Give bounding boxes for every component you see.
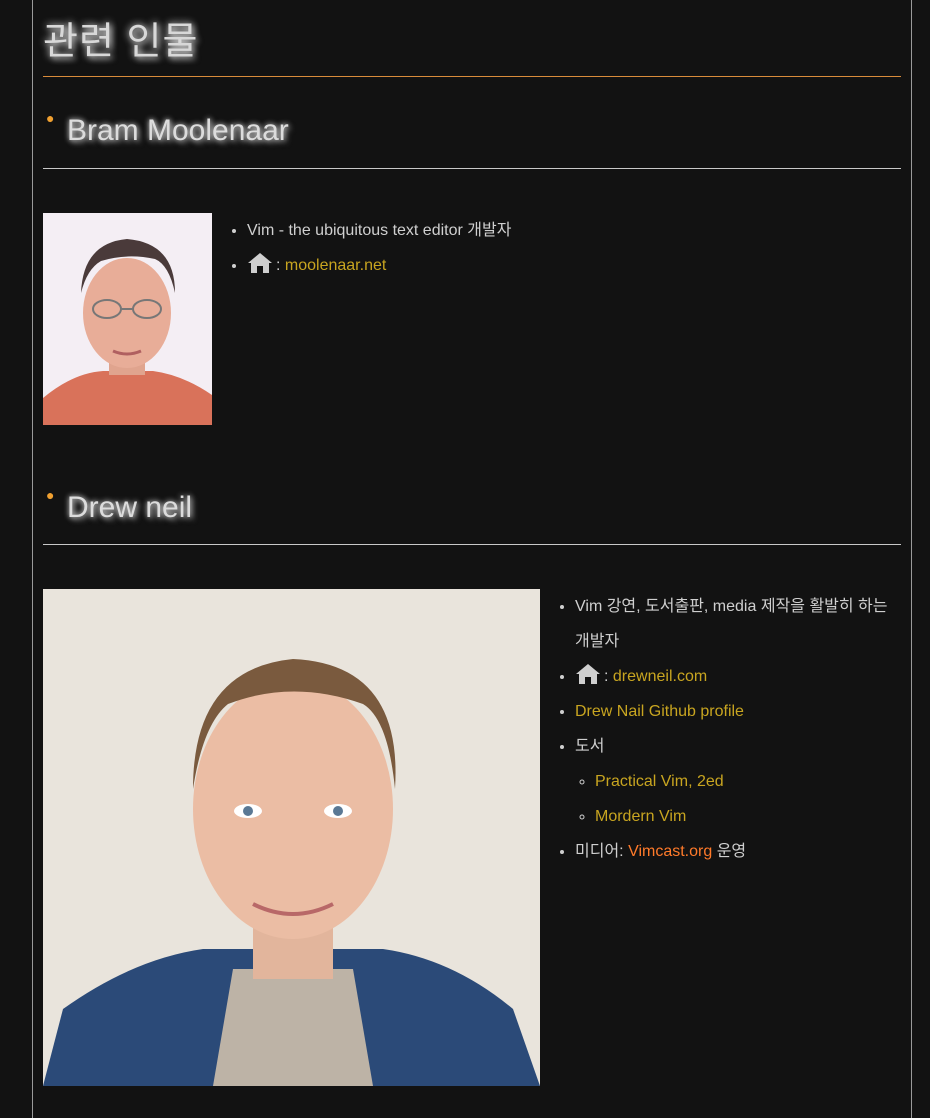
- list-item: 도서 Practical Vim, 2ed Mordern Vim: [575, 729, 895, 834]
- list-item: : drewneil.com: [575, 659, 895, 694]
- list-item: Drew Nail Github profile: [575, 694, 895, 729]
- list-item: Vim 강연, 도서출판, media 제작을 활발히 하는 개발자: [575, 589, 895, 659]
- section-heading-bram: ● Bram Moolenaar: [43, 110, 289, 148]
- section-divider: [43, 168, 901, 169]
- bram-homepage-link[interactable]: moolenaar.net: [285, 257, 386, 274]
- title-divider: [43, 76, 901, 77]
- home-icon: [576, 664, 600, 684]
- list-item: : moolenaar.net: [247, 248, 511, 283]
- section-bullet-icon: ●: [46, 487, 55, 503]
- book-link-practical-vim[interactable]: Practical Vim, 2ed: [595, 773, 724, 790]
- home-separator: :: [604, 668, 609, 685]
- books-list: Practical Vim, 2ed Mordern Vim: [575, 764, 895, 834]
- home-separator: :: [276, 257, 281, 274]
- page-title: 관련 인물: [43, 21, 199, 63]
- book-link-modern-vim[interactable]: Mordern Vim: [595, 808, 686, 825]
- drew-description: Vim 강연, 도서출판, media 제작을 활발히 하는 개발자: [575, 598, 888, 650]
- vimcast-link[interactable]: Vimcast.org: [628, 843, 712, 860]
- bram-moolenaar-photo: [43, 213, 212, 425]
- drew-github-link[interactable]: Drew Nail Github profile: [575, 703, 744, 720]
- media-suffix: 운영: [716, 843, 747, 860]
- drew-homepage-link[interactable]: drewneil.com: [613, 668, 707, 685]
- list-item: Vim - the ubiquitous text editor 개발자: [247, 213, 511, 248]
- list-item: Mordern Vim: [595, 799, 895, 834]
- books-label: 도서: [575, 738, 605, 755]
- drew-info-list: Vim 강연, 도서출판, media 제작을 활발히 하는 개발자 : dre…: [555, 589, 895, 869]
- section-divider: [43, 544, 901, 545]
- list-item: 미디어: Vimcast.org 운영: [575, 834, 895, 869]
- bram-description: Vim - the ubiquitous text editor 개발자: [247, 222, 512, 239]
- media-label: 미디어:: [575, 843, 624, 860]
- list-item: Practical Vim, 2ed: [595, 764, 895, 799]
- bram-info-list: Vim - the ubiquitous text editor 개발자 : m…: [227, 213, 511, 283]
- home-icon: [248, 253, 272, 273]
- section-heading-text: Drew neil: [67, 491, 193, 524]
- section-bullet-icon: ●: [46, 110, 55, 126]
- drew-neil-photo: [43, 589, 540, 1086]
- section-heading-drew: ● Drew neil: [43, 487, 192, 525]
- section-heading-text: Bram Moolenaar: [67, 114, 289, 147]
